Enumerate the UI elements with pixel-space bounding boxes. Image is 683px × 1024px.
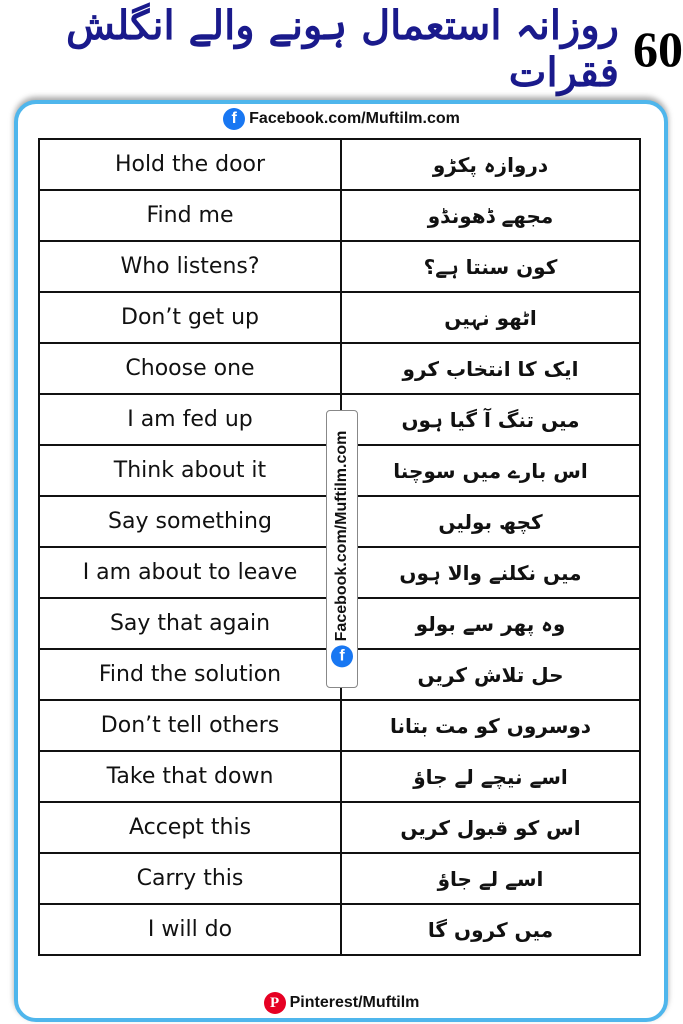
- pinterest-link-text: Pinterest/Muftilm: [289, 994, 420, 1011]
- english-phrase: Don’t tell others: [38, 699, 342, 752]
- urdu-translation: وہ پھر سے بولو: [340, 597, 641, 650]
- english-phrase: Accept this: [38, 801, 342, 854]
- pinterest-icon: P: [263, 992, 286, 1014]
- urdu-translation: حل تلاش کریں: [340, 648, 641, 701]
- english-phrase: I am about to leave: [38, 546, 342, 599]
- facebook-watermark: f Facebook.com/Muftilm.com: [326, 410, 358, 688]
- english-phrase: Think about it: [38, 444, 342, 497]
- english-phrase: Don’t get up: [38, 291, 342, 344]
- urdu-translation: دوسروں کو مت بتانا: [340, 699, 641, 752]
- table-row: Don’t get up اٹھو نہیں: [38, 291, 641, 344]
- english-phrase: Say that again: [38, 597, 342, 650]
- urdu-translation: اس کو قبول کریں: [340, 801, 641, 854]
- urdu-translation: ایک کا انتخاب کرو: [340, 342, 641, 395]
- title-urdu: روزانہ استعمال ہونے والے انگلش فقرات: [65, 2, 619, 96]
- table-row: I will do میں کروں گا: [38, 903, 641, 956]
- urdu-translation: میں کروں گا: [340, 903, 641, 956]
- urdu-translation: اٹھو نہیں: [340, 291, 641, 344]
- facebook-icon: f: [223, 108, 246, 130]
- facebook-icon: f: [331, 645, 353, 668]
- table-row: Hold the door دروازہ پکڑو: [38, 138, 641, 191]
- urdu-translation: کون سنتا ہے؟: [340, 240, 641, 293]
- english-phrase: Say something: [38, 495, 342, 548]
- table-row: Carry this اسے لے جاؤ: [38, 852, 641, 905]
- english-phrase: I will do: [38, 903, 342, 956]
- english-phrase: Hold the door: [38, 138, 342, 191]
- urdu-translation: اسے نیچے لے جاؤ: [340, 750, 641, 803]
- table-row: Find me مجھے ڈھونڈو: [38, 189, 641, 242]
- table-row: Who listens? کون سنتا ہے؟: [38, 240, 641, 293]
- urdu-translation: مجھے ڈھونڈو: [340, 189, 641, 242]
- facebook-link-text: Facebook.com/Muftilm.com: [249, 110, 460, 127]
- table-row: Choose one ایک کا انتخاب کرو: [38, 342, 641, 395]
- urdu-translation: دروازہ پکڑو: [340, 138, 641, 191]
- english-phrase: I am fed up: [38, 393, 342, 446]
- watermark-text: Facebook.com/Muftilm.com: [333, 430, 350, 642]
- english-phrase: Find the solution: [38, 648, 342, 701]
- english-phrase: Choose one: [38, 342, 342, 395]
- english-phrase: Take that down: [38, 750, 342, 803]
- table-row: Don’t tell others دوسروں کو مت بتانا: [38, 699, 641, 752]
- table-row: Accept this اس کو قبول کریں: [38, 801, 641, 854]
- urdu-translation: اسے لے جاؤ: [340, 852, 641, 905]
- urdu-translation: میں تنگ آ گیا ہوں: [340, 393, 641, 446]
- urdu-translation: میں نکلنے والا ہوں: [340, 546, 641, 599]
- facebook-link[interactable]: f Facebook.com/Muftilm.com: [0, 108, 683, 130]
- english-phrase: Find me: [38, 189, 342, 242]
- title-number: 60: [633, 21, 683, 77]
- page-title: روزانہ استعمال ہونے والے انگلش فقرات 60: [0, 2, 683, 96]
- english-phrase: Carry this: [38, 852, 342, 905]
- urdu-translation: کچھ بولیں: [340, 495, 641, 548]
- english-phrase: Who listens?: [38, 240, 342, 293]
- table-row: Take that down اسے نیچے لے جاؤ: [38, 750, 641, 803]
- pinterest-link[interactable]: P Pinterest/Muftilm: [0, 992, 683, 1014]
- urdu-translation: اس بارے میں سوچنا: [340, 444, 641, 497]
